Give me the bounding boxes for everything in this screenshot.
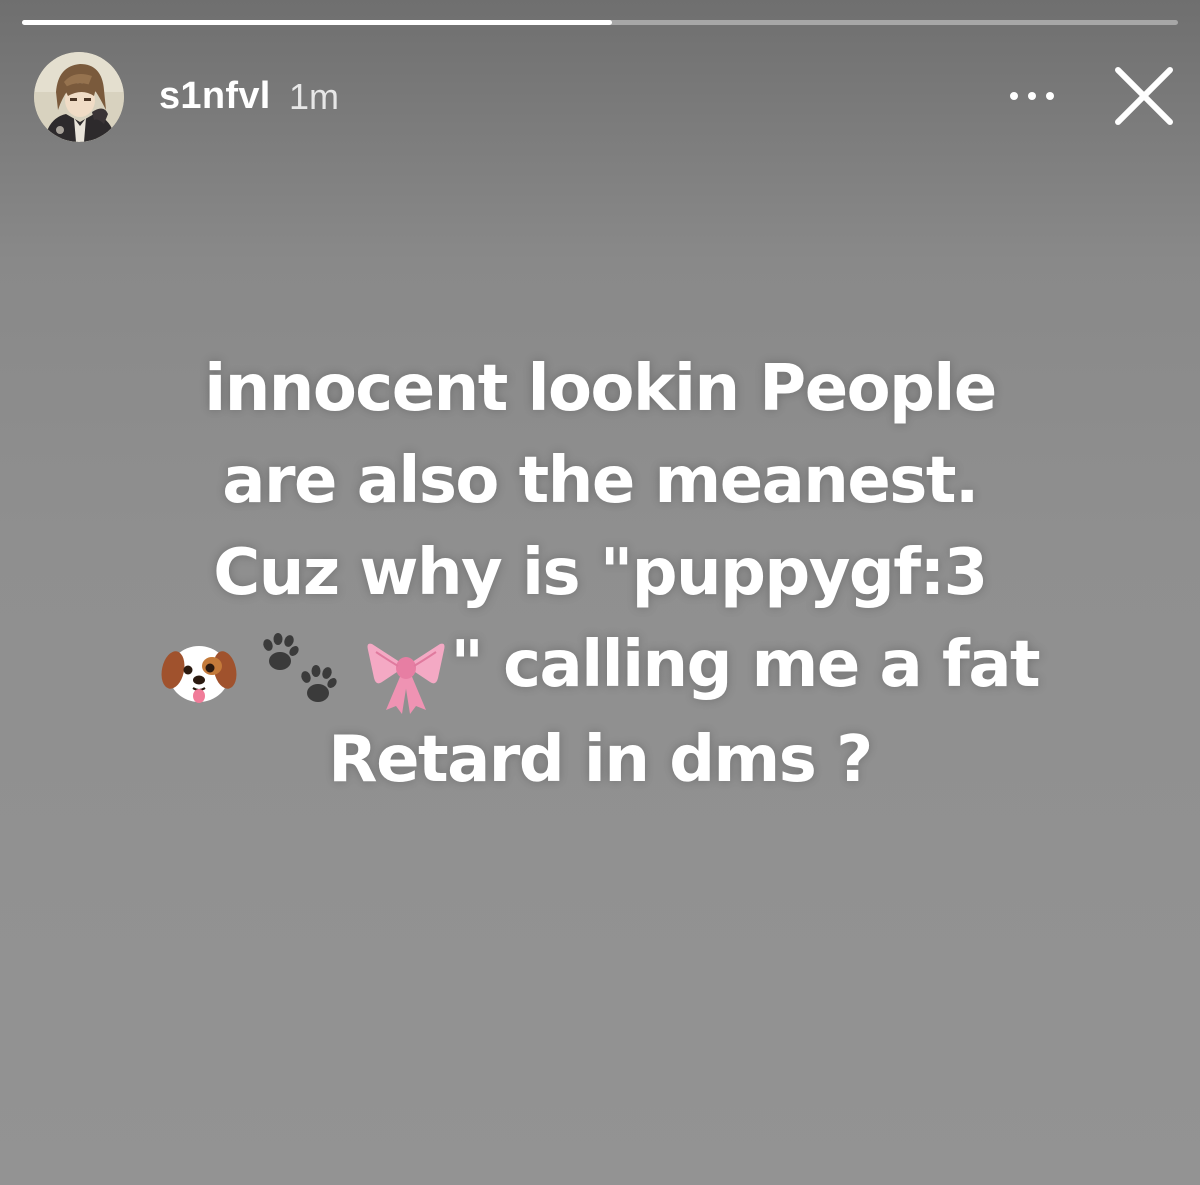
paw-prints-emoji: [262, 632, 337, 702]
more-options-button[interactable]: [1000, 76, 1064, 116]
story-viewer[interactable]: s1nfvl 1m innocent lookin People are als…: [0, 0, 1200, 1185]
avatar[interactable]: [34, 52, 124, 142]
story-text-line: innocent lookin People: [204, 352, 997, 426]
ellipsis-icon: [1010, 92, 1054, 100]
story-username[interactable]: s1nfvl: [159, 74, 271, 118]
story-text: innocent lookin People are also the mean…: [40, 343, 1160, 806]
story-text-line: Cuz why is "puppygf:3: [213, 536, 988, 610]
story-timestamp: 1m: [289, 76, 340, 117]
dog-face-emoji: [161, 645, 237, 703]
story-text-line: Retard in dms ?: [328, 723, 873, 798]
avatar-image: [34, 52, 124, 142]
close-icon: [1115, 67, 1173, 125]
story-progress-fill: [22, 20, 612, 25]
story-text-line: " calling me a fat: [40, 619, 1160, 714]
ribbon-emoji: [367, 643, 445, 714]
story-text-line: are also the meanest.: [222, 444, 979, 518]
emoji-group: [161, 622, 449, 714]
close-button[interactable]: [1110, 64, 1178, 128]
story-text-segment: " calling me a fat: [450, 628, 1040, 702]
story-progress-bar: [22, 20, 1178, 25]
